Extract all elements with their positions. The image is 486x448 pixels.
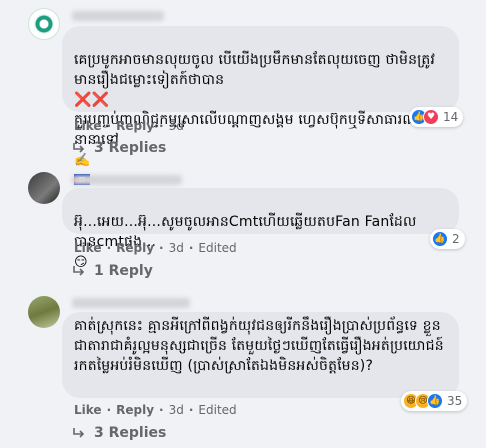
- reaction-summary-2[interactable]: 👍 2: [430, 229, 465, 249]
- replies-label: 3 Replies: [94, 140, 167, 156]
- comment-bubble-1: គេប្រមូកអាចមានលុយចូល បើយើងប្រមឹកមានតែលុយ…: [62, 26, 459, 208]
- commenter-avatar-3[interactable]: [28, 296, 60, 328]
- comment-text-3: គាត់ស្រុកនេះ គ្មានអីក្រៅពីពង្វក់យុវជនឲ្យ…: [74, 318, 444, 374]
- commenter-avatar-2[interactable]: [28, 172, 60, 204]
- cross-mark-emoji: ❌❌: [74, 92, 110, 108]
- comment-bubble-3: គាត់ស្រុកនេះ គ្មានអីក្រៅពីពង្វក់យុវជនឲ្យ…: [62, 312, 459, 398]
- reply-arrow-icon: [73, 143, 85, 153]
- reaction-summary-1[interactable]: 👍 ♥ 14: [409, 107, 464, 127]
- like-reaction-icon: 👍: [427, 393, 443, 409]
- view-replies-3[interactable]: 3 Replies: [72, 425, 166, 441]
- comment-text-1: គេប្រមូកអាចមានលុយចូល បើយើងប្រមឹកមានតែលុយ…: [74, 52, 436, 88]
- view-replies-2[interactable]: 1 Reply: [72, 263, 153, 279]
- like-action[interactable]: Like: [74, 119, 102, 133]
- edited-label: Edited: [198, 241, 237, 255]
- reply-action[interactable]: Reply: [116, 119, 154, 133]
- comment-bubble-2: អ៊ុ...អេយ...អ៊ុ...សូមចូលអានCmtហើយឆ្លើយតប…: [62, 188, 459, 270]
- writing-hand-emoji: ✍️: [74, 153, 91, 168]
- replies-label: 3 Replies: [94, 425, 167, 441]
- commenter-name-3[interactable]: [72, 298, 190, 308]
- like-reaction-icon: 👍: [432, 231, 448, 247]
- commenter-name-2[interactable]: [72, 175, 182, 185]
- love-reaction-icon: ♥: [423, 109, 439, 125]
- reaction-count: 35: [447, 394, 463, 408]
- reaction-summary-3[interactable]: 😆 😢 👍 35: [401, 391, 468, 411]
- edited-label: Edited: [198, 403, 237, 417]
- commenter-avatar-1[interactable]: [28, 8, 60, 40]
- comment-time[interactable]: 3d: [169, 241, 184, 255]
- reply-arrow-icon: [73, 266, 85, 276]
- replies-label: 1 Reply: [94, 263, 153, 279]
- reply-arrow-icon: [73, 428, 85, 438]
- reaction-count: 2: [452, 232, 460, 246]
- like-action[interactable]: Like: [74, 403, 102, 417]
- reaction-count: 14: [443, 110, 459, 124]
- comment-time[interactable]: 3d: [169, 119, 184, 133]
- reply-action[interactable]: Reply: [116, 403, 154, 417]
- commenter-name-1[interactable]: [72, 11, 164, 21]
- comment-meta-3: Like · Reply · 3d · Edited: [74, 403, 237, 417]
- comment-meta-2: Like · Reply · 3d · Edited: [74, 241, 237, 255]
- like-action[interactable]: Like: [74, 241, 102, 255]
- comment-meta-1: Like · Reply · 3d: [74, 119, 184, 133]
- view-replies-1[interactable]: 3 Replies: [72, 140, 166, 156]
- reply-action[interactable]: Reply: [116, 241, 154, 255]
- comment-time[interactable]: 3d: [169, 403, 184, 417]
